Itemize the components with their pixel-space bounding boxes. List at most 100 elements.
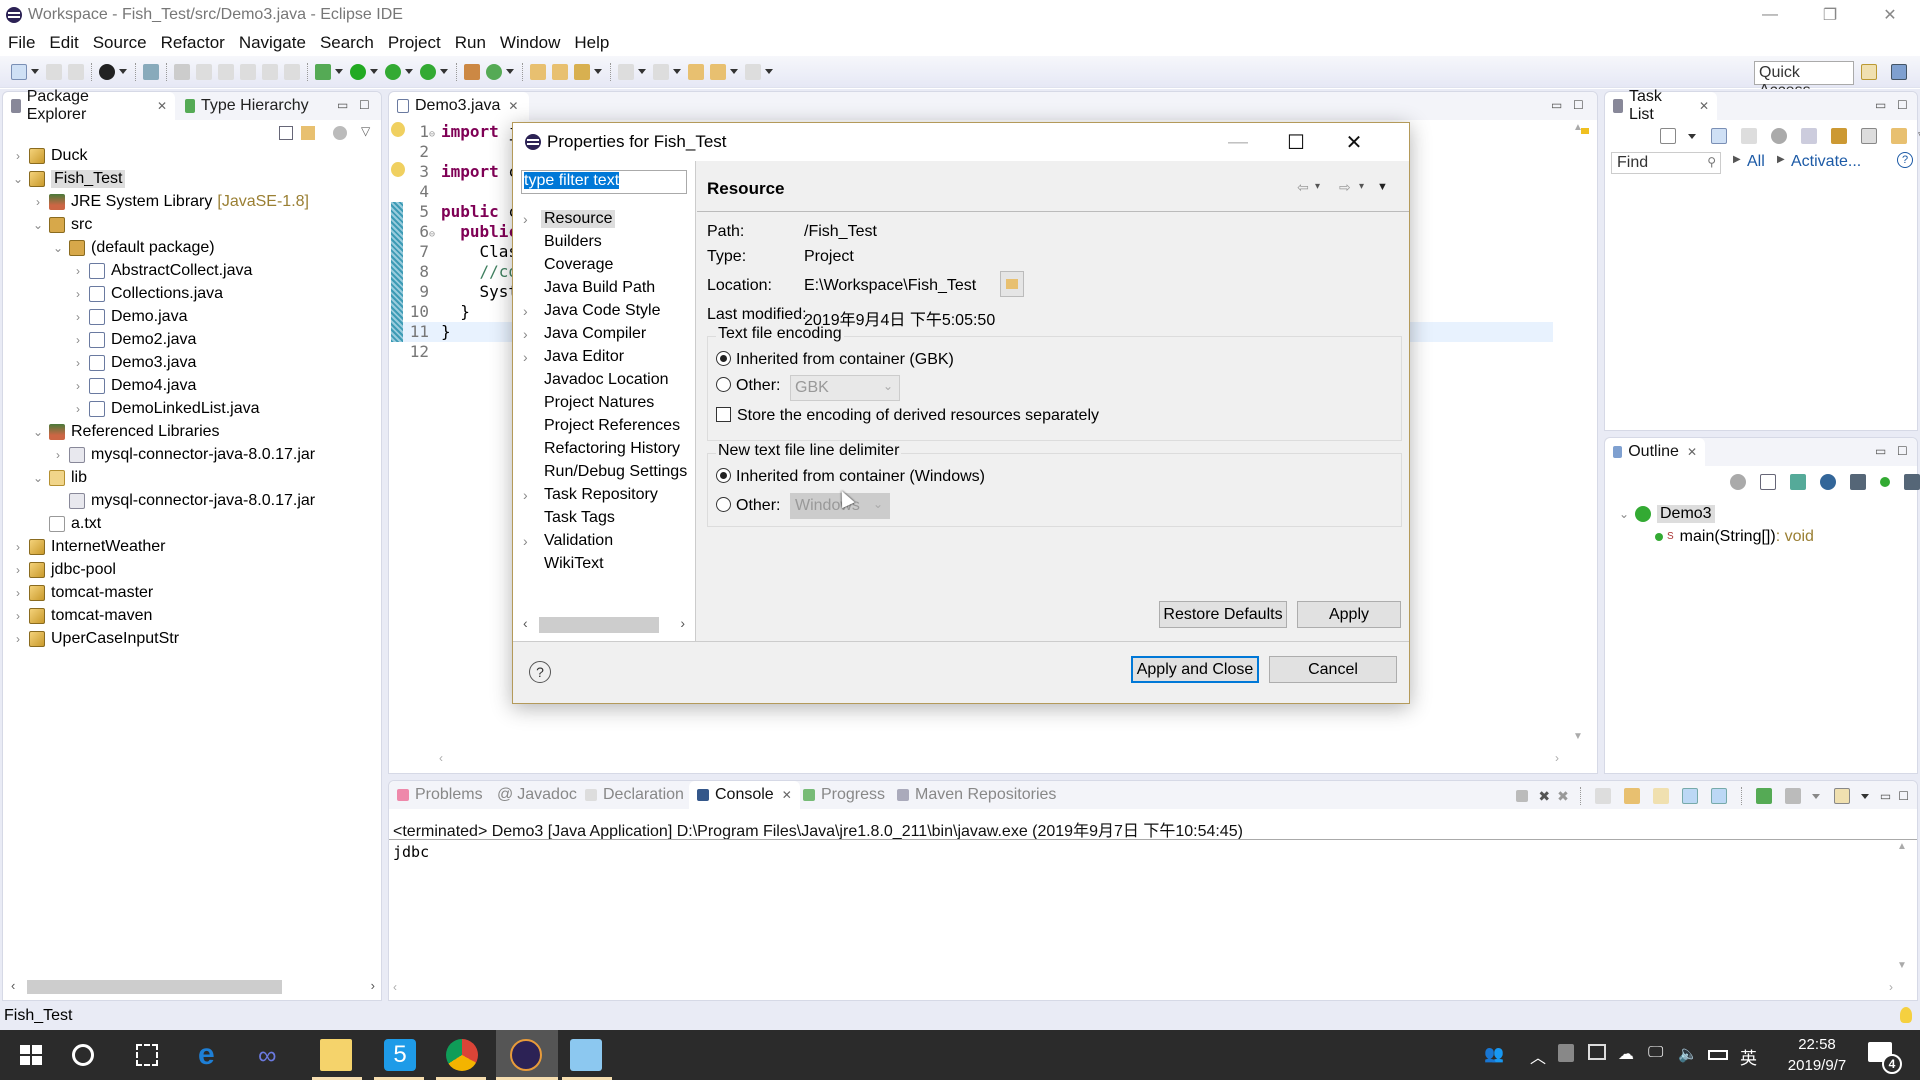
nav-item[interactable]: Task Tags	[523, 506, 618, 529]
collapse-all-icon[interactable]	[1760, 474, 1776, 490]
new-class-dropdown[interactable]	[506, 69, 514, 74]
tree-item[interactable]: › jdbc-pool	[11, 558, 116, 581]
tab-type-hierarchy[interactable]: Type Hierarchy	[177, 92, 327, 120]
external-tools-icon[interactable]	[420, 63, 436, 80]
tree-item[interactable]: ⌄ Referenced Libraries	[31, 420, 220, 443]
minimize-button[interactable]: —	[1740, 0, 1800, 30]
mylyn-icon[interactable]	[99, 63, 115, 80]
focus-icon[interactable]	[1730, 474, 1746, 490]
encoding-combo[interactable]: GBK ⌄	[790, 375, 900, 401]
minimize-view-icon[interactable]: ▭	[1875, 444, 1886, 458]
prev-annotation-dropdown[interactable]	[673, 69, 681, 74]
chevron-right-icon[interactable]: ›	[71, 356, 85, 370]
tray-app-icon[interactable]	[1558, 1044, 1574, 1062]
hide-fields-icon[interactable]	[1820, 474, 1836, 490]
new-dropdown[interactable]	[31, 69, 39, 74]
maximize-view-icon[interactable]: ☐	[1897, 98, 1908, 112]
scheduled-icon[interactable]	[1741, 128, 1757, 144]
restore-button[interactable]: ❐	[1800, 0, 1860, 30]
back-icon[interactable]: ⇦	[1297, 179, 1309, 196]
delimiter-other-radio[interactable]: Other:	[716, 497, 780, 515]
quick-access-input[interactable]: Quick Access	[1754, 61, 1854, 99]
horizontal-scrollbar[interactable]: ‹ ›	[519, 615, 689, 635]
tree-item[interactable]: a.txt	[31, 512, 101, 535]
delimiter-inherited-radio[interactable]: Inherited from container (Windows)	[716, 468, 985, 486]
open-task-icon[interactable]	[552, 63, 568, 80]
filter-input[interactable]: type filter text	[521, 170, 687, 194]
hide-local-types-icon[interactable]	[1904, 474, 1920, 490]
display-console-icon[interactable]	[1784, 788, 1801, 804]
scroll-left-icon[interactable]: ‹	[11, 978, 15, 993]
scrollbar-thumb[interactable]	[539, 617, 659, 633]
close-tab-icon[interactable]: ✕	[1699, 99, 1709, 113]
live-wallpaper-icon[interactable]	[570, 1039, 602, 1071]
next-annotation-dropdown[interactable]	[638, 69, 646, 74]
show-on-stderr-icon[interactable]	[1710, 788, 1727, 804]
chevron-right-icon[interactable]: ›	[71, 402, 85, 416]
chevron-right-icon[interactable]: ›	[11, 632, 25, 646]
hide-static-icon[interactable]	[1850, 474, 1866, 490]
chevron-down-icon[interactable]: ⌄	[31, 218, 45, 232]
menu-edit[interactable]: Edit	[49, 33, 78, 53]
save-icon[interactable]	[46, 63, 62, 80]
menu-project[interactable]: Project	[388, 33, 441, 53]
vertical-scrollbar[interactable]: ▲ ▼	[1897, 841, 1913, 971]
all-link[interactable]: All	[1747, 153, 1765, 171]
chevron-right-icon[interactable]: ›	[11, 149, 25, 163]
overview-warning-marker[interactable]	[1581, 128, 1589, 134]
menu-file[interactable]: File	[8, 33, 35, 53]
minimize-view-icon[interactable]: ▭	[1880, 789, 1891, 803]
help-button[interactable]: ?	[529, 661, 551, 683]
forward-dropdown[interactable]: ▾	[1359, 181, 1364, 192]
new-icon[interactable]	[11, 63, 27, 80]
tree-item[interactable]: › DemoLinkedList.java	[71, 397, 260, 420]
new-task-dropdown[interactable]	[1688, 133, 1696, 139]
synchronize-icon[interactable]	[1891, 128, 1907, 144]
open-type-icon[interactable]	[530, 63, 546, 80]
chevron-right-icon[interactable]: ›	[11, 563, 25, 577]
tab-package-explorer[interactable]: Package Explorer ✕	[3, 88, 175, 123]
people-icon[interactable]: 👥	[1484, 1044, 1504, 1064]
search-icon[interactable]	[574, 63, 590, 80]
chevron-down-icon[interactable]: ⌄	[51, 241, 65, 255]
menu-run[interactable]: Run	[455, 33, 486, 53]
tree-item[interactable]: › tomcat-master	[11, 581, 153, 604]
focus-icon[interactable]	[333, 126, 347, 140]
forward-dropdown[interactable]	[765, 69, 773, 74]
clock[interactable]: 22:58 2019/9/7	[1772, 1034, 1862, 1076]
skip-breakpoints-icon[interactable]	[143, 63, 159, 80]
tree-item[interactable]: › mysql-connector-java-8.0.17.jar	[51, 443, 315, 466]
tab-task-list[interactable]: Task List ✕	[1605, 88, 1717, 123]
nav-item[interactable]: Builders	[523, 230, 605, 253]
tree-item[interactable]: › Collections.java	[71, 282, 223, 305]
hide-nonpublic-icon[interactable]	[1880, 477, 1890, 487]
tab-progress[interactable]: Progress	[795, 781, 893, 809]
tree-item[interactable]: › UperCaseInputStr	[11, 627, 179, 650]
nav-item[interactable]: Project Natures	[523, 391, 657, 414]
activate-link[interactable]: Activate...	[1791, 153, 1861, 171]
nav-item[interactable]: Run/Debug Settings	[523, 460, 690, 483]
sort-icon[interactable]	[1790, 474, 1806, 490]
view-menu-icon[interactable]: ▼	[1377, 181, 1388, 193]
menu-search[interactable]: Search	[320, 33, 374, 53]
encoding-other-radio[interactable]: Other:	[716, 377, 780, 395]
menu-source[interactable]: Source	[93, 33, 147, 53]
tree-item[interactable]: ⌄ (default package)	[51, 236, 215, 259]
tree-item[interactable]: ⌄ lib	[31, 466, 87, 489]
ime-indicator[interactable]: 英	[1740, 1044, 1757, 1069]
back-dropdown[interactable]	[730, 69, 738, 74]
file-explorer-icon[interactable]	[320, 1039, 352, 1071]
new-task-icon[interactable]	[1660, 128, 1676, 144]
volume-icon[interactable]: 🔈	[1678, 1044, 1698, 1064]
maximize-view-icon[interactable]: ☐	[359, 98, 370, 112]
chevron-right-icon[interactable]: ›	[11, 586, 25, 600]
visual-studio-icon[interactable]: ∞	[258, 1039, 290, 1071]
horizontal-scrollbar[interactable]: ‹ ›	[439, 751, 1559, 767]
tree-item[interactable]: › Demo.java	[71, 305, 187, 328]
edge-browser-icon[interactable]: e	[198, 1039, 230, 1071]
nav-item[interactable]: › Java Compiler	[523, 322, 649, 345]
chevron-right-icon[interactable]: ›	[71, 264, 85, 278]
debug-dropdown[interactable]	[335, 69, 343, 74]
show-on-stdout-icon[interactable]	[1681, 788, 1698, 804]
tab-console[interactable]: Console ✕	[689, 781, 800, 809]
